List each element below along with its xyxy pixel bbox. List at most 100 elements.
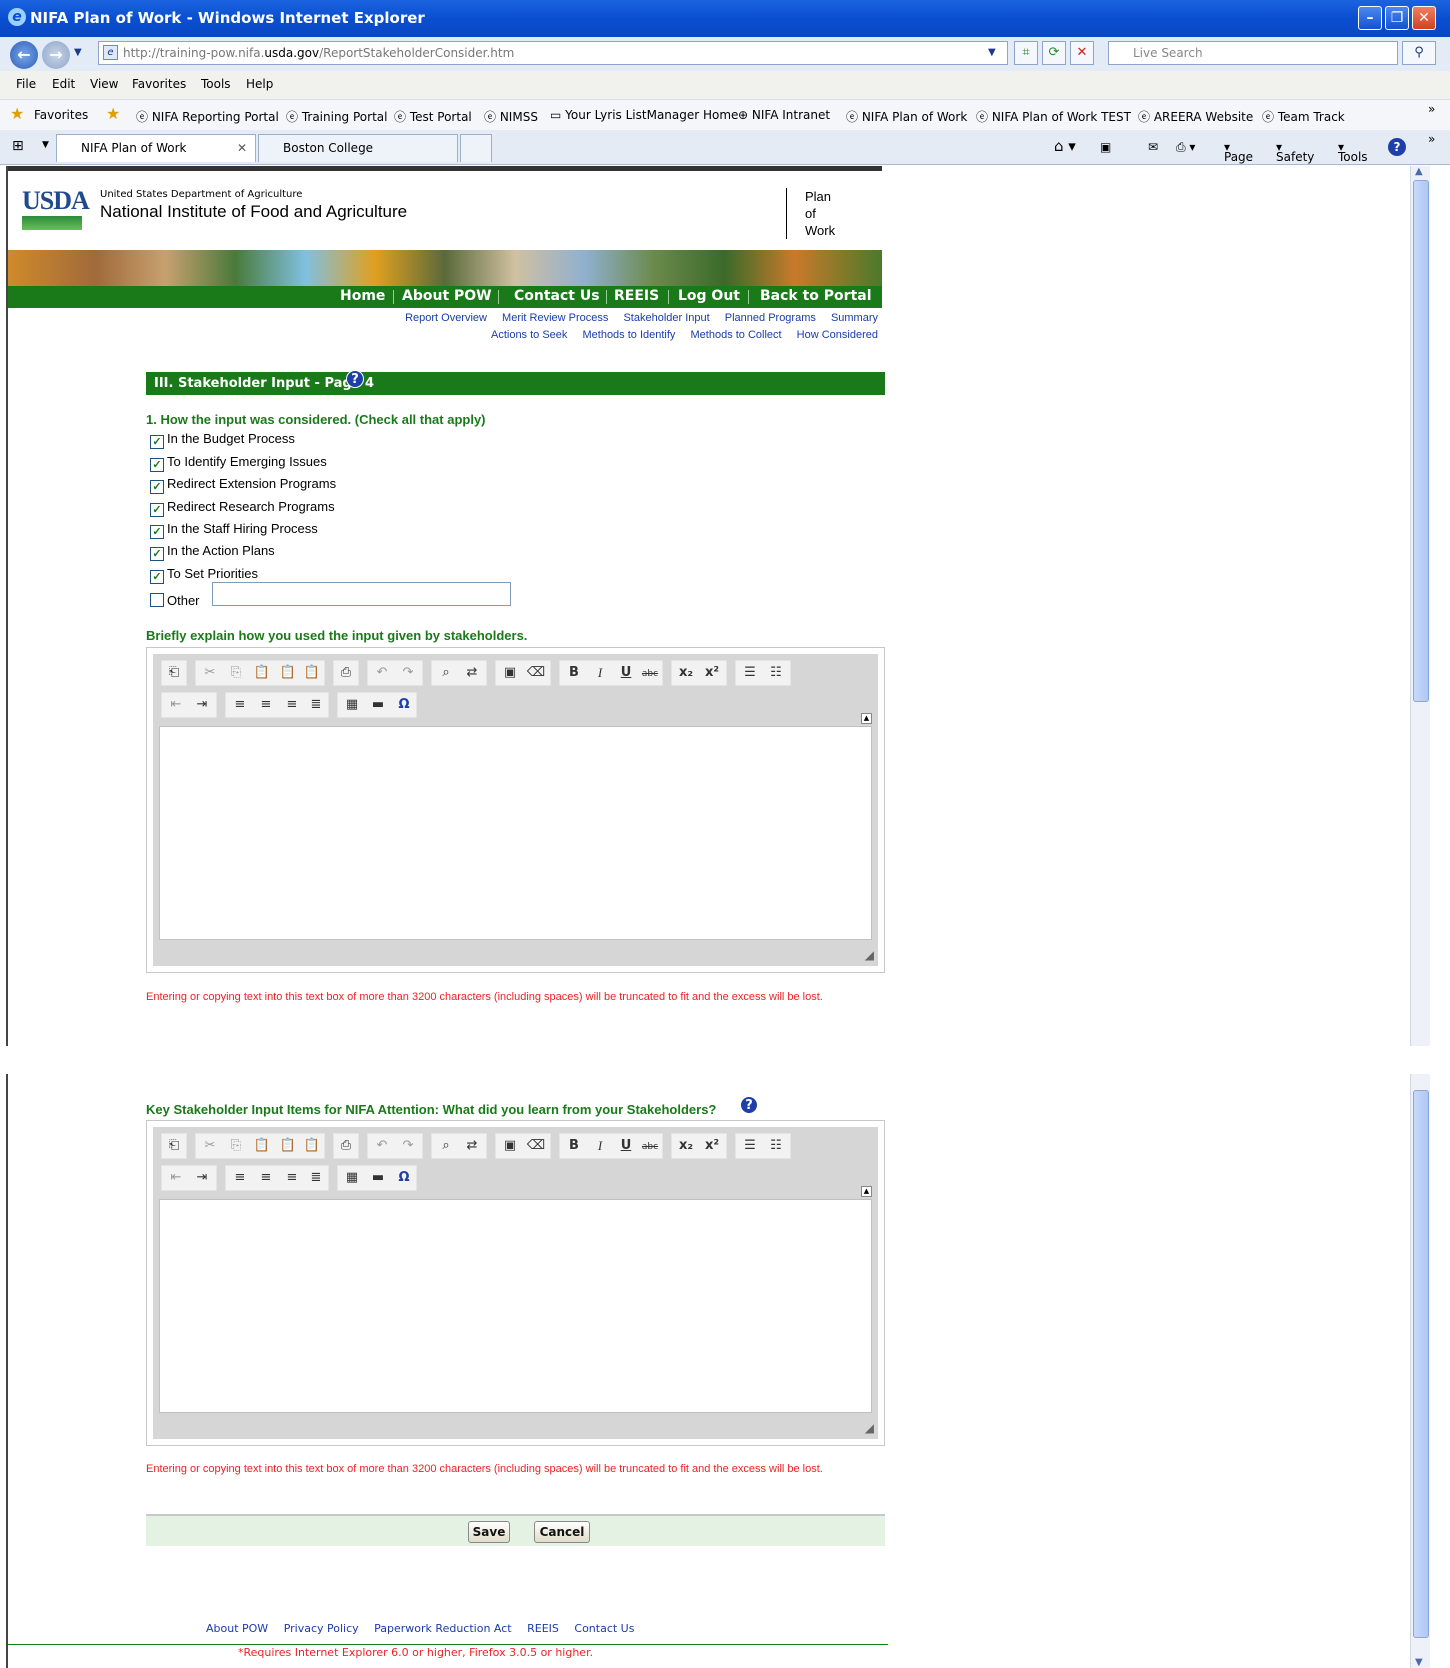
forward-button[interactable]: → (42, 41, 70, 69)
subscript-icon[interactable]: x₂ (676, 665, 696, 680)
menu-help[interactable]: Help (246, 77, 273, 91)
paste-icon[interactable]: 📋 (252, 665, 272, 680)
fav-lyris[interactable]: ▭ Your Lyris ListManager Home (550, 108, 738, 122)
sublink-report-overview[interactable]: Report Overview (405, 312, 487, 324)
save-button[interactable]: Save (468, 1521, 510, 1543)
superscript-icon[interactable]: x² (702, 665, 722, 680)
search-icon[interactable]: ⚲ (1402, 41, 1436, 65)
underline-icon[interactable]: U (616, 1138, 636, 1153)
key-items-help-icon[interactable]: ? (740, 1096, 758, 1114)
checkbox-priorities[interactable]: ✓ (150, 570, 164, 584)
resize-grip-icon[interactable]: ◢ (865, 948, 874, 962)
nav-log-out[interactable]: Log Out (678, 288, 740, 304)
history-dropdown-icon[interactable]: ▼ (74, 47, 82, 58)
print-icon[interactable]: ⎙ (336, 1138, 356, 1153)
fav-nifa-pow[interactable]: ⓔ NIFA Plan of Work (846, 108, 967, 125)
scroll-up-icon[interactable]: ▲ (1415, 166, 1423, 177)
horizontal-rule-icon[interactable]: ▬ (368, 1170, 388, 1185)
align-center-icon[interactable]: ≡ (256, 697, 276, 712)
resize-grip-icon[interactable]: ◢ (865, 1421, 874, 1435)
fav-nifa-pow-test[interactable]: ⓔ NIFA Plan of Work TEST (976, 108, 1131, 125)
favorites-overflow-icon[interactable]: » (1428, 102, 1435, 116)
sublink-how-considered[interactable]: How Considered (797, 329, 878, 341)
key-items-editor-textarea[interactable] (159, 1199, 872, 1413)
copy-icon[interactable]: ⎘ (226, 665, 246, 680)
vertical-scrollbar[interactable]: ▼ (1410, 1074, 1430, 1668)
bold-icon[interactable]: B (564, 665, 584, 680)
scrollbar-thumb[interactable] (1413, 180, 1429, 702)
select-all-icon[interactable]: ▣ (500, 1138, 520, 1153)
menu-file[interactable]: File (16, 77, 36, 91)
other-text-input[interactable] (212, 582, 511, 606)
strikethrough-icon[interactable]: abc (640, 1142, 660, 1152)
checkbox-row[interactable]: ✓ In the Budget Process (150, 431, 295, 449)
help-icon[interactable]: ? (1388, 138, 1406, 156)
italic-icon[interactable]: I (590, 665, 610, 681)
sublink-actions-to-seek[interactable]: Actions to Seek (491, 329, 567, 341)
minimize-button[interactable]: – (1358, 6, 1382, 30)
preview-icon[interactable]: ⎗ (164, 1138, 184, 1153)
checkbox-budget[interactable]: ✓ (150, 435, 164, 449)
menu-view[interactable]: View (90, 77, 118, 91)
footer-paperwork[interactable]: Paperwork Reduction Act (374, 1622, 511, 1635)
outdent-icon[interactable]: ⇤ (166, 1170, 186, 1185)
vertical-scrollbar[interactable]: ▲ (1410, 166, 1430, 1046)
fav-nifa-intranet[interactable]: ⊕ NIFA Intranet (738, 108, 830, 122)
close-window-button[interactable]: ✕ (1412, 6, 1436, 30)
preview-icon[interactable]: ⎗ (164, 665, 184, 680)
compatibility-icon[interactable]: ⌗ (1014, 41, 1038, 65)
align-right-icon[interactable]: ≡ (282, 697, 302, 712)
home-icon[interactable]: ⌂ ▾ (1054, 137, 1076, 155)
align-center-icon[interactable]: ≡ (256, 1170, 276, 1185)
cut-icon[interactable]: ✂ (200, 665, 220, 680)
cmd-page[interactable]: Page ▾ (1224, 140, 1253, 164)
cut-icon[interactable]: ✂ (200, 1138, 220, 1153)
nav-back-to-portal[interactable]: Back to Portal (760, 288, 872, 304)
cmd-tools[interactable]: Tools ▾ (1338, 140, 1368, 164)
search-input[interactable]: Live Search (1108, 41, 1398, 65)
toolbar-collapse-icon[interactable]: ▲ (861, 713, 872, 724)
section-help-icon[interactable]: ? (346, 370, 364, 388)
redo-icon[interactable]: ↷ (398, 1138, 418, 1153)
select-all-icon[interactable]: ▣ (500, 665, 520, 680)
address-dropdown-icon[interactable]: ▼ (988, 47, 996, 58)
sublink-merit-review[interactable]: Merit Review Process (502, 312, 608, 324)
tab-list-icon[interactable]: ▼ (42, 140, 49, 150)
align-left-icon[interactable]: ≡ (230, 697, 250, 712)
new-tab-button[interactable] (460, 134, 492, 162)
menu-tools[interactable]: Tools (201, 77, 231, 91)
outdent-icon[interactable]: ⇤ (166, 697, 186, 712)
cmd-safety[interactable]: Safety ▾ (1276, 140, 1314, 164)
undo-icon[interactable]: ↶ (372, 1138, 392, 1153)
sublink-stakeholder-input[interactable]: Stakeholder Input (623, 312, 709, 324)
numbered-list-icon[interactable]: ☰ (740, 1138, 760, 1153)
checkbox-emerging-issues[interactable]: ✓ (150, 458, 164, 472)
mail-icon[interactable]: ✉ (1148, 140, 1158, 154)
paste-text-icon[interactable]: 📋 (278, 665, 298, 680)
fav-nifa-reporting-portal[interactable]: ⓔ NIFA Reporting Portal (136, 108, 279, 125)
checkbox-row[interactable]: ✓ To Identify Emerging Issues (150, 454, 327, 472)
remove-format-icon[interactable]: ⌫ (526, 1138, 546, 1153)
horizontal-rule-icon[interactable]: ▬ (368, 697, 388, 712)
find-icon[interactable]: ⌕ (436, 1138, 456, 1153)
footer-reeis[interactable]: REEIS (527, 1622, 559, 1635)
superscript-icon[interactable]: x² (702, 1138, 722, 1153)
nav-about-pow[interactable]: About POW (402, 288, 492, 304)
justify-icon[interactable]: ≣ (306, 697, 326, 712)
fav-training-portal[interactable]: ⓔ Training Portal (286, 108, 387, 125)
tab-nifa-pow[interactable]: NIFA Plan of Work ✕ (56, 134, 256, 162)
special-char-icon[interactable]: Ω (394, 697, 414, 712)
nav-reeis[interactable]: REEIS (614, 288, 659, 304)
cancel-button[interactable]: Cancel (534, 1521, 590, 1543)
fav-team-track[interactable]: ⓔ Team Track (1262, 108, 1345, 125)
paste-word-icon[interactable]: 📋 (302, 1138, 322, 1153)
stop-icon[interactable]: ✕ (1070, 41, 1094, 65)
footer-about-pow[interactable]: About POW (206, 1622, 268, 1635)
scroll-down-icon[interactable]: ▼ (1415, 1657, 1423, 1668)
explain-editor-textarea[interactable] (159, 726, 872, 940)
feeds-icon[interactable]: ▣ (1100, 140, 1111, 154)
underline-icon[interactable]: U (616, 665, 636, 680)
bullet-list-icon[interactable]: ☷ (766, 1138, 786, 1153)
remove-format-icon[interactable]: ⌫ (526, 665, 546, 680)
paste-icon[interactable]: 📋 (252, 1138, 272, 1153)
